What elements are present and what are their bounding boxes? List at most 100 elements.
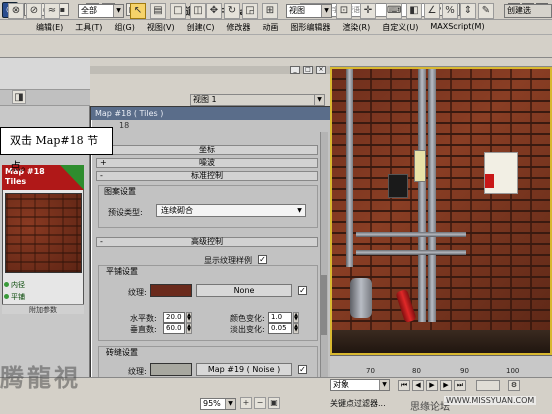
rollout-noise-label: 噪波 — [199, 158, 215, 167]
time-config-icon[interactable]: ⚙ — [508, 380, 520, 391]
snap-toggle-icon[interactable]: ◧ — [406, 3, 422, 19]
tiles-color-swatch[interactable] — [150, 284, 192, 297]
percent-snap-icon[interactable]: % — [442, 3, 458, 19]
tiles-texture-button[interactable]: None — [196, 284, 292, 297]
menu-animation[interactable]: 动画 — [256, 20, 284, 34]
previous-frame-icon[interactable]: ◀ — [412, 380, 424, 391]
selection-filter-dropdown[interactable]: 全部 ▼ — [78, 4, 124, 18]
rollout-standard-controls[interactable]: - 标准控制 — [96, 171, 318, 181]
map-node-port-label: 内径 — [11, 281, 25, 289]
bind-spacewarp-icon[interactable]: ≈ — [44, 3, 60, 19]
zoom-in-icon[interactable]: + — [240, 397, 252, 409]
pattern-settings-label: 图案设置 — [104, 187, 136, 196]
rollout-noise[interactable]: + 噪波 — [96, 158, 318, 168]
pick-material-icon[interactable]: ◨ — [12, 90, 26, 104]
select-manipulate-icon[interactable]: ⊞ — [262, 3, 278, 19]
vertical-pipe — [428, 67, 436, 322]
timeline-tick-label: 80 — [412, 367, 421, 375]
color-variance-input[interactable]: 1.0 — [268, 312, 292, 323]
menu-edit[interactable]: 编辑(E) — [0, 20, 69, 34]
collapse-minus-icon: - — [100, 237, 103, 246]
key-object-dropdown[interactable]: 对象 ▼ — [330, 379, 390, 391]
select-scale-icon[interactable]: ◲ — [242, 3, 258, 19]
grout-texture-checkbox[interactable]: ✓ — [298, 365, 307, 374]
fade-variance-spinner[interactable]: ▲ ▼ — [293, 323, 299, 334]
select-object-icon[interactable]: ↖ — [130, 3, 146, 19]
keyboard-shortcut-icon[interactable]: ⌨ — [386, 3, 402, 19]
menu-tools[interactable]: 工具(T) — [69, 20, 108, 34]
collapse-minus-icon: - — [100, 171, 103, 180]
show-texture-checkbox[interactable]: ✓ — [258, 255, 267, 264]
color-variance-spinner[interactable]: ▲ ▼ — [293, 312, 299, 323]
chevron-down-icon: ▼ — [113, 5, 123, 17]
edit-named-selection-icon[interactable]: ✎ — [478, 3, 494, 19]
timeline-tick-label: 70 — [366, 367, 375, 375]
play-icon[interactable]: ▶ — [426, 380, 438, 391]
rollout-advanced-controls[interactable]: - 高级控制 — [96, 237, 318, 247]
select-manipulate-2-icon[interactable]: ✛ — [360, 3, 376, 19]
menu-graph-editors[interactable]: 图形编辑器 — [284, 20, 336, 34]
zoom-out-icon[interactable]: − — [254, 397, 266, 409]
selection-filter-value: 全部 — [81, 6, 97, 15]
rollout-standard-controls-label: 标准控制 — [191, 171, 223, 180]
fade-variance-input[interactable]: 0.05 — [268, 323, 292, 334]
select-move-icon[interactable]: ✥ — [206, 3, 222, 19]
grout-color-swatch[interactable] — [150, 363, 192, 376]
window-crossing-icon[interactable]: ◫ — [190, 3, 206, 19]
material-panel-scrollbar[interactable] — [320, 132, 328, 414]
color-variance-label: 颜色变化: — [230, 314, 265, 323]
reference-coord-dropdown[interactable]: 视图 ▼ — [286, 4, 332, 18]
spinner-snap-icon[interactable]: ⇕ — [460, 3, 476, 19]
angle-snap-icon[interactable]: ∠ — [424, 3, 440, 19]
panel-close-button[interactable]: × — [316, 66, 326, 74]
vert-count-input[interactable]: 60.0 — [163, 323, 185, 334]
frame-number-field[interactable] — [476, 380, 500, 391]
input-port-icon[interactable] — [4, 294, 9, 299]
key-object-value: 对象 — [333, 380, 349, 389]
next-frame-icon[interactable]: ▶ — [440, 380, 452, 391]
map-node-footer[interactable]: 附加参数 — [2, 304, 84, 314]
fit-view-icon[interactable]: ▣ — [268, 397, 280, 409]
select-rotate-icon[interactable]: ↻ — [224, 3, 240, 19]
zoom-dropdown[interactable]: 95% ▼ — [200, 398, 236, 410]
unlink-icon[interactable]: ⊘ — [26, 3, 42, 19]
key-filter-status[interactable]: 关键点过滤器... — [330, 398, 386, 409]
go-to-end-icon[interactable]: ⏭ — [454, 380, 466, 391]
menu-views[interactable]: 视图(V) — [141, 20, 181, 34]
panel-minimize-button[interactable]: _ — [290, 66, 300, 74]
input-port-icon[interactable] — [4, 282, 9, 287]
panel-maximize-button[interactable]: □ — [303, 66, 313, 74]
select-by-name-icon[interactable]: ▤ — [150, 3, 166, 19]
reference-coord-value: 视图 — [289, 6, 305, 15]
left-panel-header — [0, 58, 90, 90]
tiles-texture-label: 纹理: — [128, 288, 147, 297]
grout-texture-button[interactable]: Map #19 ( Noise ) — [196, 363, 292, 376]
vert-count-spinner[interactable]: ▲ ▼ — [186, 323, 192, 334]
menu-rendering[interactable]: 渲染(R) — [336, 20, 376, 34]
scrollbar-thumb[interactable] — [321, 275, 327, 335]
go-to-start-icon[interactable]: ⏮ — [398, 380, 410, 391]
rollout-coordinates[interactable]: + 坐标 — [96, 145, 318, 155]
view-dropdown[interactable]: 视图 1 ▼ — [190, 94, 325, 106]
horiz-count-input[interactable]: 20.0 — [163, 312, 185, 323]
menu-modifiers[interactable]: 修改器 — [220, 20, 256, 34]
menu-customize[interactable]: 自定义(U) — [376, 20, 424, 34]
preset-type-dropdown[interactable]: 连续砌合 ▼ — [156, 204, 306, 217]
chevron-down-icon: ▼ — [297, 207, 302, 214]
horiz-count-spinner[interactable]: ▲ ▼ — [186, 312, 192, 323]
vertical-pipe — [346, 67, 353, 267]
rect-selection-icon[interactable]: □ — [170, 3, 186, 19]
link-icon[interactable]: ⊗ — [8, 3, 24, 19]
menu-group[interactable]: 组(G) — [108, 20, 140, 34]
menu-maxscript[interactable]: MAXScript(M) — [424, 20, 490, 34]
named-selection-field[interactable]: 创建选 — [504, 4, 552, 18]
preset-type-label: 预设类型: — [108, 208, 143, 217]
preset-type-value: 连续砌合 — [161, 206, 193, 215]
chevron-down-icon: ▼ — [225, 399, 235, 409]
vertical-pipe — [418, 67, 426, 322]
wall-sign — [414, 150, 426, 182]
rollout-advanced-controls-label: 高级控制 — [191, 237, 223, 246]
menu-create[interactable]: 创建(C) — [181, 20, 221, 34]
tiles-texture-checkbox[interactable]: ✓ — [298, 286, 307, 295]
pivot-center-icon[interactable]: ⊡ — [336, 3, 352, 19]
